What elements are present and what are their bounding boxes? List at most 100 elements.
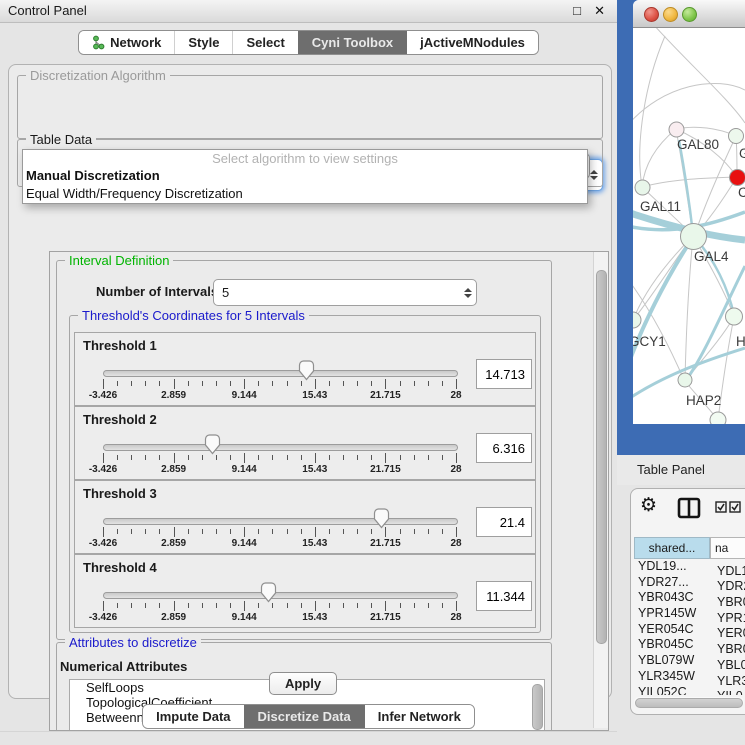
table-row[interactable]: YLR345WYLR3 bbox=[634, 669, 745, 685]
network-node-gal4[interactable] bbox=[681, 224, 707, 250]
network-node-gal80[interactable] bbox=[669, 122, 684, 137]
major-tick bbox=[244, 379, 245, 389]
scrollbar-thumb[interactable] bbox=[635, 698, 743, 708]
top-tabbar: Network StyleSelectCyni Toolbox jActiveMNo… bbox=[0, 30, 617, 55]
table-row[interactable]: YBR043CYBR0 bbox=[634, 590, 745, 606]
major-tick bbox=[456, 453, 457, 463]
threshold-2-value-field[interactable] bbox=[476, 433, 532, 463]
bottom-tab-impute-data[interactable]: Impute Data bbox=[143, 705, 243, 728]
number-of-intervals-combobox[interactable]: 5 bbox=[213, 279, 477, 306]
major-tick bbox=[315, 453, 316, 463]
major-tick bbox=[103, 453, 104, 463]
threshold-4-slider-thumb[interactable] bbox=[260, 582, 277, 603]
tab-jactivemnodules[interactable]: jActiveMNodules bbox=[406, 31, 538, 54]
table-row[interactable]: YPR145WYPR1 bbox=[634, 606, 745, 622]
combo-arrows-icon bbox=[460, 288, 476, 298]
network-node-gal11[interactable] bbox=[635, 180, 650, 195]
tab-network[interactable]: Network bbox=[79, 31, 174, 54]
control-panel: Control Panel □ ✕ NetworkStyleSelectCyni… bbox=[0, 0, 617, 745]
network-node-ga[interactable] bbox=[729, 129, 744, 144]
close-button[interactable] bbox=[644, 7, 659, 22]
minor-tick bbox=[145, 529, 146, 534]
dropdown-prompt-item[interactable]: Select algorithm to view settings bbox=[23, 150, 587, 167]
minor-tick bbox=[442, 529, 443, 534]
network-canvas[interactable]: GAL80GACGAL11GAL4GCY1HHAP2 bbox=[633, 28, 745, 424]
tick-label: 15.43 bbox=[302, 464, 327, 475]
threshold-1-slider-track[interactable] bbox=[103, 370, 458, 377]
interval-definition-group: Interval Definition Number of Intervals … bbox=[56, 260, 552, 640]
network-node-label: C bbox=[738, 185, 745, 200]
settings-scroll-area: Interval Definition Number of Intervals … bbox=[49, 251, 609, 731]
major-tick bbox=[244, 453, 245, 463]
gear-icon[interactable]: ⚙ bbox=[640, 494, 657, 517]
dropdown-item-equal-width-frequency[interactable]: Equal Width/Frequency Discretization bbox=[23, 185, 587, 203]
minor-tick bbox=[442, 603, 443, 608]
tick-label: 2.859 bbox=[161, 390, 186, 401]
major-tick bbox=[456, 527, 457, 537]
threshold-1-slider-thumb[interactable] bbox=[298, 360, 315, 381]
cell-shared-name: YLR345W bbox=[634, 669, 711, 685]
scrollbar-thumb[interactable] bbox=[596, 270, 607, 644]
network-node[interactable] bbox=[710, 412, 726, 424]
threshold-3-slider-thumb[interactable] bbox=[373, 508, 390, 529]
network-node-gcy1[interactable] bbox=[633, 312, 641, 328]
tab-select[interactable]: Select bbox=[232, 31, 297, 54]
threshold-4-slider-track[interactable] bbox=[103, 592, 458, 599]
table-row[interactable]: YBR045CYBR0 bbox=[634, 637, 745, 653]
table-horizontal-scrollbar[interactable] bbox=[634, 697, 744, 707]
network-node-h[interactable] bbox=[726, 308, 743, 325]
major-tick bbox=[244, 601, 245, 611]
major-tick bbox=[103, 527, 104, 537]
minor-tick bbox=[400, 455, 401, 460]
threshold-3-slider-track[interactable] bbox=[103, 518, 458, 525]
table-row[interactable]: YDL19...YDL1 bbox=[634, 559, 745, 575]
major-tick bbox=[385, 379, 386, 389]
column-view-icon[interactable] bbox=[677, 497, 701, 519]
tab-label: Network bbox=[110, 35, 161, 50]
tick-label: -3.426 bbox=[89, 464, 117, 475]
table-row[interactable]: YBL079WYBL0 bbox=[634, 653, 745, 669]
cell-shared-name: YIL052C bbox=[634, 685, 711, 696]
minor-tick bbox=[131, 603, 132, 608]
select-all-checkboxes-icon[interactable] bbox=[715, 501, 741, 513]
minimize-button[interactable] bbox=[663, 7, 678, 22]
table-row[interactable]: YIL052CYIL0 bbox=[634, 685, 745, 696]
major-tick bbox=[174, 527, 175, 537]
threshold-1-value-field[interactable] bbox=[476, 359, 532, 389]
network-node-label: HAP2 bbox=[686, 393, 721, 408]
threshold-2-slider-track[interactable] bbox=[103, 444, 458, 451]
cell-shared-name: YBR045C bbox=[634, 637, 711, 653]
numerical-attributes-label: Numerical Attributes bbox=[60, 659, 187, 674]
bottom-tab-discretize-data[interactable]: Discretize Data bbox=[244, 705, 364, 728]
bottom-tab-infer-network[interactable]: Infer Network bbox=[364, 705, 474, 728]
zoom-button[interactable] bbox=[682, 7, 697, 22]
minor-tick bbox=[414, 455, 415, 460]
table-rows: YDL19...YDL1YDR27...YDR2YBR043CYBR0YPR14… bbox=[634, 559, 745, 695]
tick-label: 9.144 bbox=[232, 464, 257, 475]
threshold-3-value-field[interactable] bbox=[476, 507, 532, 537]
dropdown-item-manual-discretization[interactable]: Manual Discretization bbox=[23, 167, 587, 185]
network-node-hap2[interactable] bbox=[678, 373, 692, 387]
float-panel-icon[interactable]: □ bbox=[573, 0, 581, 22]
cyni-toolbox-panel: Discretization Algorithm Manual Discreti… bbox=[8, 64, 612, 699]
column-header-shared-name[interactable]: shared... bbox=[634, 537, 710, 559]
threshold-4-value-field[interactable] bbox=[476, 581, 532, 611]
tick-label: 15.43 bbox=[302, 612, 327, 623]
table-row[interactable]: YDR27...YDR2 bbox=[634, 575, 745, 591]
tab-label: Impute Data bbox=[156, 709, 230, 724]
minor-tick bbox=[357, 455, 358, 460]
table-row[interactable]: YER054CYER0 bbox=[634, 622, 745, 638]
network-node-c[interactable] bbox=[730, 170, 745, 186]
minor-tick bbox=[301, 381, 302, 386]
tab-cyni-toolbox[interactable]: Cyni Toolbox bbox=[298, 31, 406, 54]
apply-button[interactable]: Apply bbox=[269, 672, 337, 695]
settings-vertical-scrollbar[interactable] bbox=[593, 252, 608, 728]
column-header-name[interactable]: na bbox=[710, 537, 745, 559]
threshold-2-slider-thumb[interactable] bbox=[204, 434, 221, 455]
tick-label: 15.43 bbox=[302, 390, 327, 401]
tab-label: jActiveMNodules bbox=[420, 35, 525, 50]
tick-label: -3.426 bbox=[89, 538, 117, 549]
minor-tick bbox=[287, 603, 288, 608]
close-panel-icon[interactable]: ✕ bbox=[594, 0, 605, 22]
tab-style[interactable]: Style bbox=[174, 31, 232, 54]
